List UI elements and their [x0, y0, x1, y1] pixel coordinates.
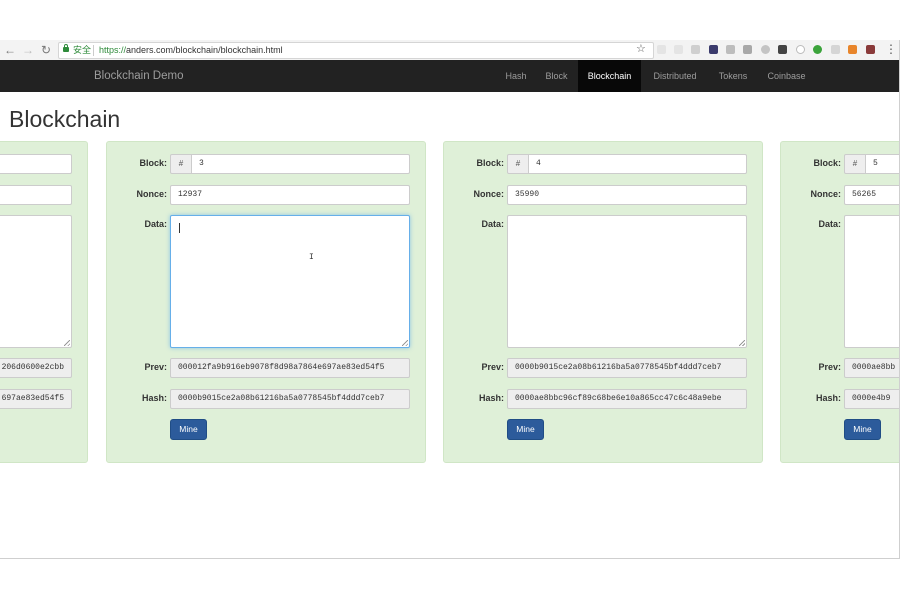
address-divider [93, 45, 94, 56]
text-caret [179, 223, 180, 233]
extension-icon[interactable] [691, 45, 700, 54]
nonce-label: Nonce: [136, 189, 167, 199]
nonce-label: Nonce: [810, 189, 841, 199]
data-textarea[interactable] [507, 215, 747, 348]
block-number-input[interactable] [0, 154, 72, 174]
extension-icon[interactable] [796, 45, 805, 54]
nav-item-distributed[interactable]: Distributed [642, 60, 708, 92]
resize-grip[interactable] [402, 340, 408, 346]
extension-icon[interactable] [848, 45, 857, 54]
nav-item-blockchain[interactable]: Blockchain [578, 60, 641, 92]
forward-arrow-icon[interactable]: → [21, 42, 35, 58]
hash-addon: # [507, 154, 529, 174]
mine-button[interactable]: Mine [507, 419, 544, 440]
nonce-label: Nonce: [473, 189, 504, 199]
reload-icon[interactable]: ↻ [39, 42, 53, 58]
prev-hash-field: 0000ae8bb [844, 358, 899, 378]
back-arrow-icon[interactable]: ← [3, 42, 17, 58]
resize-grip[interactable] [64, 340, 70, 346]
nav-item-tokens[interactable]: Tokens [709, 60, 757, 92]
extension-icon[interactable] [813, 45, 822, 54]
data-label: Data: [144, 219, 167, 229]
block-label: Block: [476, 158, 504, 168]
block-number-input[interactable]: 4 [528, 154, 747, 174]
secure-label: 安全 [73, 45, 92, 55]
prev-hash-field: 0000b9015ce2a08b61216ba5a0778545bf4ddd7c… [507, 358, 747, 378]
block-label: Block: [139, 158, 167, 168]
data-label: Data: [481, 219, 504, 229]
block-card: Block: # 5 Nonce: 56265 Data: Prev: 0000… [780, 141, 899, 463]
data-label: Data: [818, 219, 841, 229]
hash-label: Hash: [478, 393, 504, 403]
nonce-input[interactable]: 35990 [507, 185, 747, 205]
page-title: Blockchain [9, 106, 121, 132]
brand-link[interactable]: Blockchain Demo [94, 60, 183, 92]
data-textarea[interactable] [844, 215, 899, 348]
block-card: Block: # 4 Nonce: 35990 Data: Prev: 0000… [443, 141, 763, 463]
mine-button[interactable]: Mine [170, 419, 207, 440]
block-number-input[interactable]: 3 [191, 154, 410, 174]
prev-label: Prev: [818, 362, 841, 372]
prev-label: Prev: [481, 362, 504, 372]
nav-item-hash[interactable]: Hash [497, 60, 535, 92]
extension-icon[interactable] [831, 45, 840, 54]
browser-menu-icon[interactable]: ⋮ [885, 42, 897, 57]
text-cursor-icon: I [309, 253, 314, 262]
block-label: Block: [813, 158, 841, 168]
mine-button[interactable]: Mine [844, 419, 881, 440]
nonce-input[interactable]: 56265 [844, 185, 899, 205]
extension-icon[interactable] [778, 45, 787, 54]
block-number-input[interactable]: 5 [865, 154, 899, 174]
block-card: 206d0600e2cbb 697ae83ed54f5 [0, 141, 88, 463]
extension-icon[interactable] [866, 45, 875, 54]
prev-label: Prev: [144, 362, 167, 372]
address-bar[interactable]: 安全 https://anders.com/blockchain/blockch… [58, 42, 654, 59]
lock-icon [63, 44, 69, 52]
hash-field: 0000b9015ce2a08b61216ba5a0778545bf4ddd7c… [170, 389, 410, 409]
hash-addon: # [844, 154, 866, 174]
extension-icon[interactable] [674, 45, 683, 54]
nonce-input[interactable]: 12937 [170, 185, 410, 205]
hash-label: Hash: [141, 393, 167, 403]
bookmark-star-icon[interactable]: ☆ [636, 42, 646, 57]
browser-toolbar: ← → ↻ 安全 https://anders.com/blockchain/b… [0, 40, 899, 61]
extension-icon[interactable] [709, 45, 718, 54]
url-path: anders.com/blockchain/blockchain.html [126, 45, 283, 55]
prev-hash-field: 000012fa9b916eb9078f8d98a7864e697ae83ed5… [170, 358, 410, 378]
data-textarea[interactable]: I [170, 215, 410, 348]
extension-icon[interactable] [743, 45, 752, 54]
extension-icon[interactable] [726, 45, 735, 54]
prev-hash-field: 206d0600e2cbb [0, 358, 72, 378]
hash-field: 0000e4b9 [844, 389, 899, 409]
extension-icon[interactable] [761, 45, 770, 54]
url-text[interactable]: https://anders.com/blockchain/blockchain… [99, 43, 283, 58]
hash-field: 0000ae8bbc96cf89c68be6e10a865cc47c6c48a9… [507, 389, 747, 409]
data-textarea[interactable] [0, 215, 72, 348]
hash-field: 697ae83ed54f5 [0, 389, 72, 409]
browser-window: ← → ↻ 安全 https://anders.com/blockchain/b… [0, 40, 900, 559]
extension-icon[interactable] [657, 45, 666, 54]
hash-addon: # [170, 154, 192, 174]
nonce-input[interactable] [0, 185, 72, 205]
top-navbar: Blockchain Demo Hash Block Blockchain Di… [0, 60, 899, 92]
resize-grip[interactable] [739, 340, 745, 346]
hash-label: Hash: [815, 393, 841, 403]
url-scheme: https:// [99, 45, 127, 55]
nav-item-coinbase[interactable]: Coinbase [758, 60, 815, 92]
nav-item-block[interactable]: Block [536, 60, 577, 92]
block-card: Block: # 3 Nonce: 12937 Data: I Prev: 00… [106, 141, 426, 463]
